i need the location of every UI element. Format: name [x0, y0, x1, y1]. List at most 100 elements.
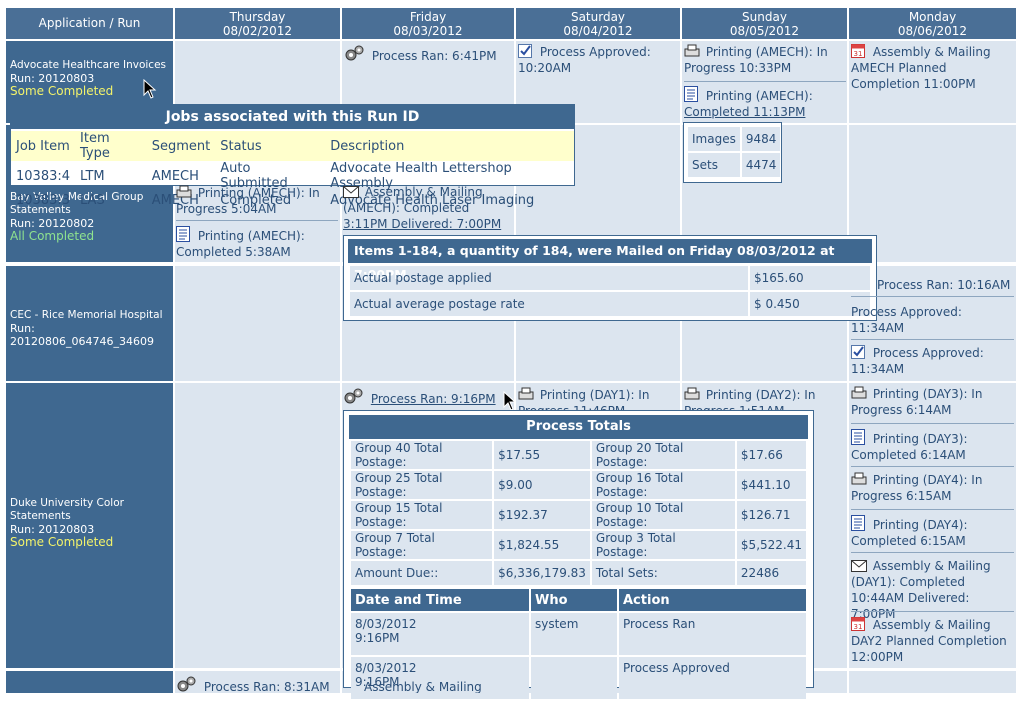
divider	[851, 552, 1014, 553]
run-name[interactable]: Duke University Color Statements	[10, 497, 169, 523]
event-printing-in-progress[interactable]: Printing (AMECH): In Progress 5:04AM	[176, 185, 338, 217]
event-text: Assembly & Mailing (AMECH): Completed	[343, 185, 483, 215]
run-id: Run: 20120806_064746_34609	[10, 322, 154, 348]
event-assembly-mailing[interactable]: Assembly & Mailing (AMECH): Completed 3:…	[343, 184, 513, 232]
job-item[interactable]: 10383:3	[11, 191, 75, 210]
document-icon	[684, 86, 700, 102]
event-process-approved[interactable]: Process Approved: 10:20AM	[518, 44, 678, 76]
total-label: Total Sets:	[591, 561, 735, 585]
jobs-popup-title: Jobs associated with this Run ID	[11, 105, 574, 129]
jobs-popup: Jobs associated with this Run ID Job Ite…	[10, 104, 575, 208]
event-text: Assembly & Mailing AMECH Planned Complet…	[851, 45, 991, 91]
gears-icon	[344, 44, 364, 61]
event-assembly-planned[interactable]: 31 Assembly & Mailing AMECH Planned Comp…	[851, 44, 1011, 92]
day-date: 08/06/2012	[897, 24, 968, 38]
event-link[interactable]: 3:11PM Delivered: 7:00PM	[343, 217, 501, 231]
avg-rate-label: Actual average postage rate	[350, 292, 748, 316]
total-label: Group 10 Total Postage:	[591, 501, 735, 529]
event-printing-completed[interactable]: Printing (AMECH): Completed 11:13PM	[684, 86, 844, 120]
table-row: Group 7 Total Postage: $1,824.55 Group 3…	[351, 531, 806, 559]
document-icon	[176, 226, 192, 242]
total-value: $5,522.41	[736, 531, 806, 559]
event-process-ran[interactable]: Process Ran: 8:31AM	[176, 675, 338, 693]
run-cell-next[interactable]	[6, 671, 173, 693]
mailing-popup: Items 1-184, a quantity of 184, were Mai…	[343, 235, 877, 321]
event-text: Printing (DAY3): Completed 6:14AM	[851, 432, 968, 462]
document-icon	[851, 515, 867, 531]
divider	[851, 423, 1014, 424]
event-text: Printing (AMECH):	[705, 89, 813, 103]
event-process-approved[interactable]: Process Approved: 11:34AM	[851, 304, 1014, 336]
event-printing-in-progress[interactable]: Printing (DAY3): In Progress 6:14AM	[851, 386, 1014, 418]
event-printing-in-progress[interactable]: Printing (DAY4): In Progress 6:15AM	[851, 472, 1014, 504]
process-totals-title: Process Totals	[349, 415, 808, 439]
header-app-run-label: Application / Run	[38, 16, 141, 30]
event-printing-completed[interactable]: Printing (AMECH): Completed 5:38AM	[176, 226, 338, 260]
event-assembly-planned[interactable]: 31 Assembly & Mailing DAY2 Planned Compl…	[851, 617, 1014, 665]
event-process-ran[interactable]: Process Ran: 10:16AM	[877, 277, 1015, 293]
item-type: LAS	[80, 193, 105, 208]
event-text: Process Ran: 10:16AM	[877, 278, 1011, 292]
printer-icon	[684, 387, 700, 401]
divider	[684, 81, 846, 82]
checkbox-icon	[851, 345, 867, 359]
col-item-type: Item Type	[75, 131, 147, 161]
day-name: Sunday	[742, 10, 787, 24]
mouse-cursor-icon	[503, 390, 517, 411]
event-process-ran[interactable]: Process Ran: 9:16PM	[343, 387, 513, 407]
job-item[interactable]: 10383:4	[11, 161, 75, 191]
event-link[interactable]: Completed 11:13PM	[684, 105, 805, 119]
day-date: 08/05/2012	[729, 24, 800, 38]
history-date-time: 8/03/2012 9:16PM	[351, 613, 529, 655]
header-friday: Friday 08/03/2012	[342, 8, 514, 39]
run-cell-duke[interactable]: Duke University Color Statements Run: 20…	[6, 383, 173, 668]
col-description: Description	[325, 131, 574, 161]
event-printing-completed[interactable]: Printing (DAY3): Completed 6:14AM	[851, 429, 1014, 463]
divider	[851, 466, 1014, 467]
total-label: Amount Due::	[351, 561, 493, 585]
run-name[interactable]: Advocate Healthcare Invoices	[10, 59, 169, 72]
event-text: Assembly & Mailing	[364, 680, 482, 693]
divider	[851, 339, 1014, 340]
day-date: 08/02/2012	[222, 24, 293, 38]
day-name: Saturday	[570, 10, 626, 24]
header-sunday: Sunday 08/05/2012	[682, 8, 847, 39]
cell-bg	[175, 266, 340, 381]
event-text: Printing (DAY4): In Progress 6:15AM	[851, 473, 983, 503]
event-text: Process Approved: 11:34AM	[851, 305, 962, 335]
col-status: Status	[215, 131, 326, 161]
mouse-cursor-icon	[143, 78, 157, 99]
run-name[interactable]: CEC - Rice Memorial Hospital	[10, 309, 169, 322]
run-cell-cec[interactable]: CEC - Rice Memorial Hospital Run: 201208…	[6, 266, 173, 381]
event-assembly-mailing[interactable]: Assembly & Mailing (DAY1): Completed 10:…	[851, 558, 1014, 622]
col-who: Who	[531, 589, 617, 611]
day-name: Thursday	[229, 10, 286, 24]
event-assembly-mailing[interactable]: Assembly & Mailing	[364, 679, 512, 693]
event-process-ran[interactable]: Process Ran: 6:41PM	[344, 44, 512, 64]
day-date: 08/03/2012	[393, 24, 463, 38]
printer-icon	[851, 472, 867, 486]
images-label: Images	[688, 127, 740, 151]
sets-label: Sets	[688, 153, 740, 177]
event-text: Process Approved: 11:34AM	[851, 346, 984, 376]
table-row: Amount Due:: $6,336,179.83 Total Sets: 2…	[351, 561, 806, 585]
divider	[851, 296, 1014, 297]
day-name: Monday	[908, 10, 957, 24]
event-printing-completed[interactable]: Printing (DAY4): Completed 6:15AM	[851, 515, 1014, 549]
event-text: Printing (DAY3): In Progress 6:14AM	[851, 387, 983, 417]
total-value: $441.10	[736, 471, 806, 499]
event-process-approved[interactable]: Process Approved: 11:34AM	[851, 345, 1014, 377]
divider	[851, 509, 1014, 510]
event-text: Printing (AMECH): Completed 5:38AM	[176, 229, 305, 259]
divider	[176, 220, 338, 221]
total-value: $1,824.55	[494, 531, 590, 559]
event-printing-in-progress[interactable]: Printing (AMECH): In Progress 10:33PM	[684, 44, 844, 76]
col-segment: Segment	[146, 131, 216, 161]
run-status: Some Completed	[10, 535, 114, 549]
event-link[interactable]: Process Ran: 9:16PM	[371, 392, 496, 406]
event-text: Process Ran: 8:31AM	[203, 680, 330, 693]
table-row: 8/03/2012 9:16PM system Process Ran	[351, 613, 806, 655]
history-who: system	[531, 613, 617, 655]
event-text: Printing (AMECH): In Progress 10:33PM	[684, 45, 828, 75]
cell-bg	[175, 383, 340, 668]
